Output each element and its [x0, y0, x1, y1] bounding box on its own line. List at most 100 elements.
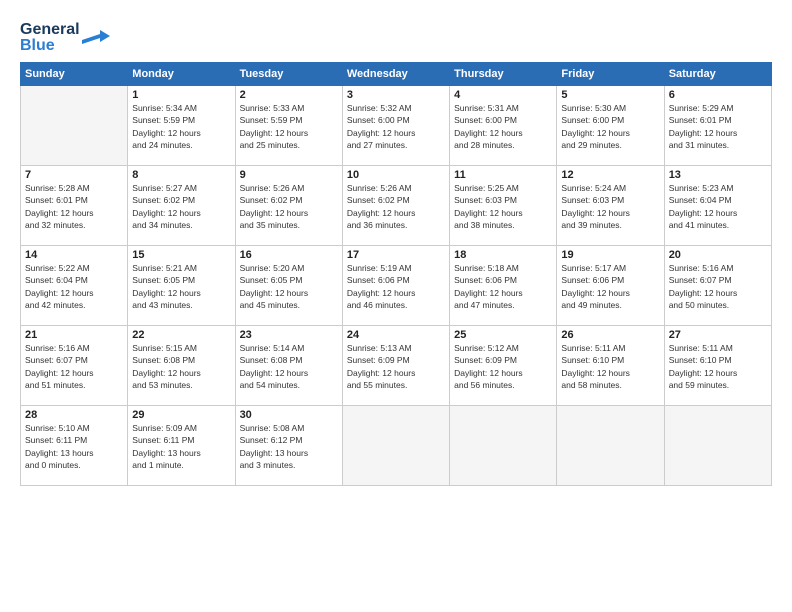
header-cell-saturday: Saturday: [664, 63, 771, 86]
day-number: 27: [669, 329, 767, 341]
day-number: 23: [240, 329, 338, 341]
day-info: Sunrise: 5:29 AMSunset: 6:01 PMDaylight:…: [669, 102, 767, 151]
calendar-cell: [664, 406, 771, 486]
day-info: Sunrise: 5:25 AMSunset: 6:03 PMDaylight:…: [454, 182, 552, 231]
day-number: 18: [454, 249, 552, 261]
day-number: 16: [240, 249, 338, 261]
calendar-cell: 26Sunrise: 5:11 AMSunset: 6:10 PMDayligh…: [557, 326, 664, 406]
day-info: Sunrise: 5:30 AMSunset: 6:00 PMDaylight:…: [561, 102, 659, 151]
day-info: Sunrise: 5:21 AMSunset: 6:05 PMDaylight:…: [132, 262, 230, 311]
day-number: 3: [347, 89, 445, 101]
calendar-week-3: 14Sunrise: 5:22 AMSunset: 6:04 PMDayligh…: [21, 246, 772, 326]
day-info: Sunrise: 5:34 AMSunset: 5:59 PMDaylight:…: [132, 102, 230, 151]
calendar-cell: 21Sunrise: 5:16 AMSunset: 6:07 PMDayligh…: [21, 326, 128, 406]
calendar-body: 1Sunrise: 5:34 AMSunset: 5:59 PMDaylight…: [21, 86, 772, 486]
calendar-week-4: 21Sunrise: 5:16 AMSunset: 6:07 PMDayligh…: [21, 326, 772, 406]
calendar-cell: 13Sunrise: 5:23 AMSunset: 6:04 PMDayligh…: [664, 166, 771, 246]
calendar-cell: [450, 406, 557, 486]
calendar-cell: [557, 406, 664, 486]
calendar-cell: 15Sunrise: 5:21 AMSunset: 6:05 PMDayligh…: [128, 246, 235, 326]
calendar-cell: [21, 86, 128, 166]
day-info: Sunrise: 5:28 AMSunset: 6:01 PMDaylight:…: [25, 182, 123, 231]
day-number: 28: [25, 409, 123, 421]
calendar-cell: 25Sunrise: 5:12 AMSunset: 6:09 PMDayligh…: [450, 326, 557, 406]
calendar-cell: 9Sunrise: 5:26 AMSunset: 6:02 PMDaylight…: [235, 166, 342, 246]
calendar-cell: 16Sunrise: 5:20 AMSunset: 6:05 PMDayligh…: [235, 246, 342, 326]
day-info: Sunrise: 5:26 AMSunset: 6:02 PMDaylight:…: [347, 182, 445, 231]
day-info: Sunrise: 5:24 AMSunset: 6:03 PMDaylight:…: [561, 182, 659, 231]
day-number: 30: [240, 409, 338, 421]
day-info: Sunrise: 5:15 AMSunset: 6:08 PMDaylight:…: [132, 342, 230, 391]
calendar-cell: 2Sunrise: 5:33 AMSunset: 5:59 PMDaylight…: [235, 86, 342, 166]
day-info: Sunrise: 5:23 AMSunset: 6:04 PMDaylight:…: [669, 182, 767, 231]
day-info: Sunrise: 5:33 AMSunset: 5:59 PMDaylight:…: [240, 102, 338, 151]
calendar-table: SundayMondayTuesdayWednesdayThursdayFrid…: [20, 62, 772, 486]
calendar-cell: 28Sunrise: 5:10 AMSunset: 6:11 PMDayligh…: [21, 406, 128, 486]
header-cell-tuesday: Tuesday: [235, 63, 342, 86]
svg-text:General: General: [20, 21, 80, 38]
day-number: 13: [669, 169, 767, 181]
header-cell-wednesday: Wednesday: [342, 63, 449, 86]
calendar-cell: 19Sunrise: 5:17 AMSunset: 6:06 PMDayligh…: [557, 246, 664, 326]
day-number: 12: [561, 169, 659, 181]
logo-svg: General Blue: [20, 16, 110, 54]
day-number: 19: [561, 249, 659, 261]
day-number: 8: [132, 169, 230, 181]
day-number: 14: [25, 249, 123, 261]
calendar-header-row: SundayMondayTuesdayWednesdayThursdayFrid…: [21, 63, 772, 86]
page: General Blue SundayMondayTuesdayWednesda…: [0, 0, 792, 612]
day-info: Sunrise: 5:26 AMSunset: 6:02 PMDaylight:…: [240, 182, 338, 231]
day-number: 29: [132, 409, 230, 421]
calendar-cell: 29Sunrise: 5:09 AMSunset: 6:11 PMDayligh…: [128, 406, 235, 486]
calendar-week-5: 28Sunrise: 5:10 AMSunset: 6:11 PMDayligh…: [21, 406, 772, 486]
calendar-cell: 23Sunrise: 5:14 AMSunset: 6:08 PMDayligh…: [235, 326, 342, 406]
day-info: Sunrise: 5:09 AMSunset: 6:11 PMDaylight:…: [132, 422, 230, 471]
day-info: Sunrise: 5:14 AMSunset: 6:08 PMDaylight:…: [240, 342, 338, 391]
day-number: 25: [454, 329, 552, 341]
day-info: Sunrise: 5:13 AMSunset: 6:09 PMDaylight:…: [347, 342, 445, 391]
day-number: 1: [132, 89, 230, 101]
day-number: 17: [347, 249, 445, 261]
day-number: 21: [25, 329, 123, 341]
day-number: 4: [454, 89, 552, 101]
logo: General Blue: [20, 16, 110, 54]
day-number: 5: [561, 89, 659, 101]
day-number: 15: [132, 249, 230, 261]
day-info: Sunrise: 5:11 AMSunset: 6:10 PMDaylight:…: [669, 342, 767, 391]
day-number: 11: [454, 169, 552, 181]
calendar-week-2: 7Sunrise: 5:28 AMSunset: 6:01 PMDaylight…: [21, 166, 772, 246]
calendar-cell: 24Sunrise: 5:13 AMSunset: 6:09 PMDayligh…: [342, 326, 449, 406]
calendar-cell: 22Sunrise: 5:15 AMSunset: 6:08 PMDayligh…: [128, 326, 235, 406]
day-number: 24: [347, 329, 445, 341]
svg-text:Blue: Blue: [20, 37, 55, 54]
day-info: Sunrise: 5:10 AMSunset: 6:11 PMDaylight:…: [25, 422, 123, 471]
day-number: 9: [240, 169, 338, 181]
calendar-cell: 11Sunrise: 5:25 AMSunset: 6:03 PMDayligh…: [450, 166, 557, 246]
calendar-cell: 14Sunrise: 5:22 AMSunset: 6:04 PMDayligh…: [21, 246, 128, 326]
day-number: 6: [669, 89, 767, 101]
day-info: Sunrise: 5:32 AMSunset: 6:00 PMDaylight:…: [347, 102, 445, 151]
day-info: Sunrise: 5:11 AMSunset: 6:10 PMDaylight:…: [561, 342, 659, 391]
header-cell-thursday: Thursday: [450, 63, 557, 86]
day-info: Sunrise: 5:18 AMSunset: 6:06 PMDaylight:…: [454, 262, 552, 311]
day-info: Sunrise: 5:08 AMSunset: 6:12 PMDaylight:…: [240, 422, 338, 471]
day-number: 20: [669, 249, 767, 261]
calendar-cell: 5Sunrise: 5:30 AMSunset: 6:00 PMDaylight…: [557, 86, 664, 166]
calendar-cell: 30Sunrise: 5:08 AMSunset: 6:12 PMDayligh…: [235, 406, 342, 486]
calendar-cell: 18Sunrise: 5:18 AMSunset: 6:06 PMDayligh…: [450, 246, 557, 326]
day-info: Sunrise: 5:22 AMSunset: 6:04 PMDaylight:…: [25, 262, 123, 311]
day-number: 10: [347, 169, 445, 181]
day-info: Sunrise: 5:31 AMSunset: 6:00 PMDaylight:…: [454, 102, 552, 151]
day-info: Sunrise: 5:16 AMSunset: 6:07 PMDaylight:…: [669, 262, 767, 311]
day-number: 26: [561, 329, 659, 341]
day-info: Sunrise: 5:12 AMSunset: 6:09 PMDaylight:…: [454, 342, 552, 391]
day-info: Sunrise: 5:19 AMSunset: 6:06 PMDaylight:…: [347, 262, 445, 311]
calendar-cell: [342, 406, 449, 486]
calendar-cell: 8Sunrise: 5:27 AMSunset: 6:02 PMDaylight…: [128, 166, 235, 246]
calendar-cell: 17Sunrise: 5:19 AMSunset: 6:06 PMDayligh…: [342, 246, 449, 326]
header-cell-friday: Friday: [557, 63, 664, 86]
calendar-cell: 20Sunrise: 5:16 AMSunset: 6:07 PMDayligh…: [664, 246, 771, 326]
calendar-cell: 3Sunrise: 5:32 AMSunset: 6:00 PMDaylight…: [342, 86, 449, 166]
calendar-cell: 7Sunrise: 5:28 AMSunset: 6:01 PMDaylight…: [21, 166, 128, 246]
calendar-cell: 6Sunrise: 5:29 AMSunset: 6:01 PMDaylight…: [664, 86, 771, 166]
